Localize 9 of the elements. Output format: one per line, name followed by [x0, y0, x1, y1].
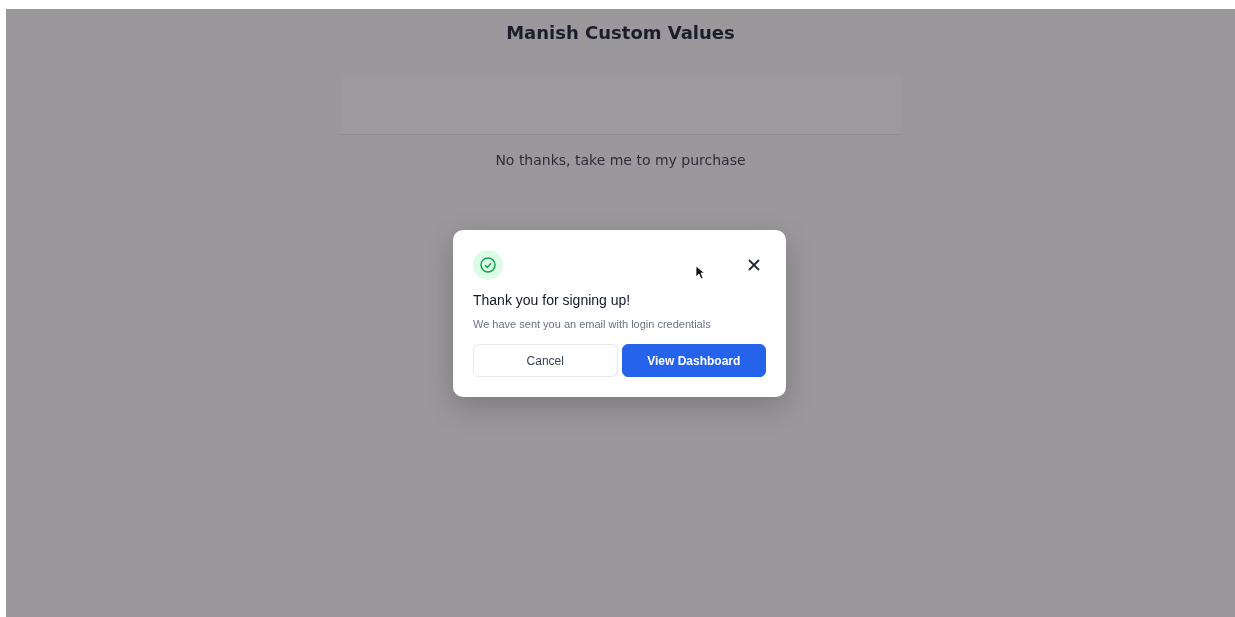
dialog-title: Thank you for signing up!	[473, 292, 632, 308]
page-title: Manish Custom Values	[506, 22, 735, 43]
close-button[interactable]	[746, 257, 762, 273]
dialog-message: We have sent you an email with login credentials	[473, 318, 712, 330]
secondary-button[interactable]: Cancel	[473, 344, 618, 377]
check-circle-icon	[473, 250, 503, 280]
mouse-pointer-icon	[695, 265, 705, 280]
primary-button[interactable]: View Dashboard	[621, 344, 766, 377]
decline-link[interactable]: No thanks, take me to my purchase	[495, 152, 746, 168]
